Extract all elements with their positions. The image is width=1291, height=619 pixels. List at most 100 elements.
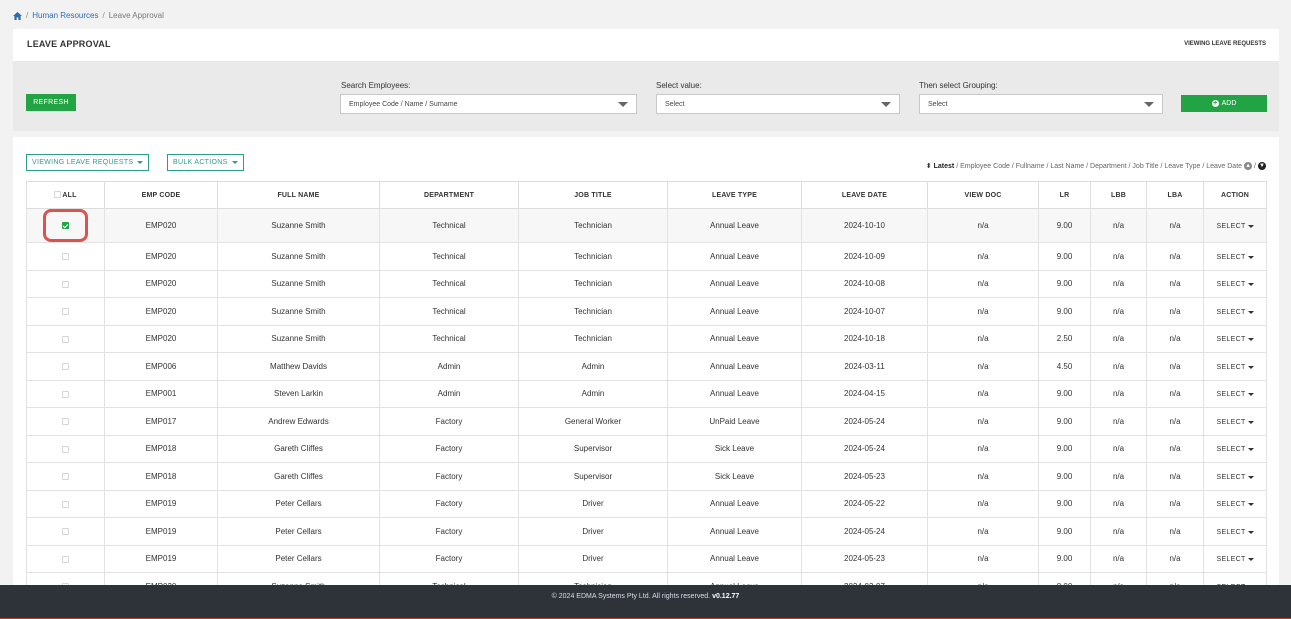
caret-down-icon — [1247, 283, 1254, 287]
select-all-checkbox[interactable] — [54, 191, 62, 199]
row-select-cell — [26, 208, 105, 243]
lbb-header: LBB — [1090, 181, 1147, 209]
bulk-actions-label: BULK ACTIONS — [173, 159, 228, 166]
emp-code-cell: EMP020 — [104, 242, 218, 271]
row-action-dropdown[interactable]: SELECT — [1216, 223, 1254, 230]
select-grouping-label: Then select Grouping: — [919, 81, 998, 90]
view-doc-cell: n/a — [927, 489, 1039, 518]
table-row: EMP019 Peter Cellars Factory Driver Annual L… — [26, 544, 1267, 573]
view-doc-cell: n/a — [927, 269, 1039, 298]
lbb-cell: n/a — [1090, 242, 1147, 271]
lba-cell: n/a — [1146, 297, 1204, 326]
row-checkbox[interactable] — [62, 335, 69, 343]
view-doc-cell: n/a — [927, 407, 1039, 436]
sort-ascending-icon[interactable]: ▲ — [1244, 162, 1253, 170]
row-checkbox[interactable] — [62, 418, 69, 426]
table-row: EMP020Suzanne SmithTechnicalTechnicianAn… — [26, 242, 1267, 271]
row-checkbox[interactable] — [62, 555, 69, 563]
row-action-dropdown[interactable]: SELECT — [1216, 419, 1254, 426]
row-select-cell — [26, 489, 105, 518]
leave-date-cell: 2024-10-09 — [801, 242, 928, 271]
select-all-header[interactable]: ALL — [26, 181, 105, 209]
breadcrumb: / Human Resources / Leave Approval — [13, 11, 164, 20]
sort-descending-icon[interactable]: ▼ — [1258, 162, 1266, 170]
sort-separator: / — [1254, 162, 1256, 170]
leave-type-cell: Annual Leave — [667, 352, 802, 381]
full-name-cell: Peter Cellars — [217, 544, 380, 573]
breadcrumb-separator: / — [26, 11, 29, 20]
row-action-label: SELECT — [1216, 281, 1246, 289]
row-checkbox[interactable] — [62, 500, 69, 508]
add-button[interactable]: + ADD — [1181, 95, 1267, 112]
lbb-cell: n/a — [1090, 462, 1147, 491]
caret-down-icon — [137, 161, 144, 164]
row-action-label: SELECT — [1216, 473, 1246, 481]
lr-cell: 9.00 — [1038, 434, 1091, 463]
refresh-button[interactable]: REFRESH — [26, 94, 76, 111]
row-action-dropdown[interactable]: SELECT — [1216, 281, 1254, 289]
sort-icon: ⬍ — [925, 163, 932, 170]
row-checkbox[interactable] — [62, 363, 69, 371]
row-action-dropdown[interactable]: SELECT — [1216, 364, 1254, 371]
viewing-dropdown-label: VIEWING LEAVE REQUESTS — [32, 159, 134, 166]
full-name-cell: Gareth Cliffes — [217, 462, 380, 491]
view-doc-cell: n/a — [927, 462, 1039, 491]
job-title-cell: Technician — [518, 208, 668, 243]
row-action-dropdown[interactable]: SELECT — [1216, 336, 1254, 343]
row-checkbox[interactable] — [62, 308, 69, 316]
department-cell: Admin — [379, 352, 519, 381]
row-select-cell — [26, 379, 105, 408]
caret-down-icon — [1247, 558, 1254, 562]
home-icon[interactable] — [13, 11, 22, 20]
row-checkbox[interactable] — [62, 528, 69, 536]
leave-type-cell: Annual Leave — [667, 324, 802, 353]
row-action-label: SELECT — [1216, 528, 1246, 536]
filter-bar: REFRESH Search Employees: Employee Code … — [13, 61, 1279, 131]
page-title: LEAVE APPROVAL — [27, 39, 111, 49]
department-cell: Factory — [379, 434, 519, 463]
row-action-dropdown[interactable]: SELECT — [1216, 501, 1254, 508]
row-checkbox[interactable] — [62, 280, 69, 288]
job-title-cell: Technician — [518, 242, 668, 271]
row-action-dropdown[interactable]: SELECT — [1216, 528, 1254, 536]
row-checkbox[interactable] — [62, 445, 69, 453]
action-cell: SELECT — [1203, 242, 1267, 271]
select-value-select[interactable]: Select — [656, 94, 900, 114]
row-action-dropdown[interactable]: SELECT — [1216, 391, 1254, 398]
emp-code-cell: EMP001 — [104, 379, 218, 408]
view-doc-cell: n/a — [927, 379, 1039, 408]
lr-header: LR — [1038, 181, 1091, 209]
row-action-dropdown[interactable]: SELECT — [1216, 309, 1254, 316]
row-checkbox[interactable] — [62, 222, 69, 229]
search-employees-select[interactable]: Employee Code / Name / Surname — [340, 94, 637, 114]
row-action-dropdown[interactable]: SELECT — [1216, 253, 1254, 261]
view-doc-cell: n/a — [927, 434, 1039, 463]
table-row: EMP018 Gareth Cliffes Factory Supervisor Sic… — [26, 434, 1267, 463]
sort-latest[interactable]: Latest — [934, 163, 955, 170]
job-title-cell: General Worker — [518, 407, 668, 436]
row-action-dropdown[interactable]: SELECT — [1216, 446, 1254, 453]
chevron-down-icon — [1144, 102, 1154, 107]
row-checkbox[interactable] — [62, 253, 69, 261]
select-grouping-select[interactable]: Select — [919, 94, 1163, 114]
action-cell: SELECT — [1203, 544, 1267, 573]
department-cell: Factory — [379, 462, 519, 491]
row-action-dropdown[interactable]: SELECT — [1216, 473, 1254, 481]
bulk-actions-dropdown[interactable]: BULK ACTIONS — [167, 154, 244, 171]
job-title-cell: Driver — [518, 544, 668, 573]
footer: © 2024 EDMA Systems Pty Ltd. All rights … — [0, 585, 1291, 619]
row-action-label: SELECT — [1216, 253, 1246, 261]
leave-requests-panel: VIEWING LEAVE REQUESTS BULK ACTIONS ⬍ La… — [13, 137, 1279, 601]
sort-options[interactable]: / Employee Code / Fullname / Last Name /… — [956, 163, 1242, 170]
leave-date-cell: 2024-10-18 — [801, 324, 928, 353]
row-checkbox[interactable] — [62, 390, 69, 398]
row-checkbox[interactable] — [62, 473, 69, 481]
row-action-dropdown[interactable]: SELECT — [1216, 556, 1254, 563]
leave-date-cell: 2024-10-10 — [801, 208, 928, 243]
breadcrumb-human-resources[interactable]: Human Resources — [32, 11, 98, 20]
view-doc-cell: n/a — [927, 297, 1039, 326]
action-cell: SELECT — [1203, 379, 1267, 408]
table-row: EMP017 Andrew Edwards Factory General Worke… — [26, 407, 1267, 436]
viewing-leave-requests-dropdown[interactable]: VIEWING LEAVE REQUESTS — [26, 154, 150, 171]
department-cell: Factory — [379, 407, 519, 436]
